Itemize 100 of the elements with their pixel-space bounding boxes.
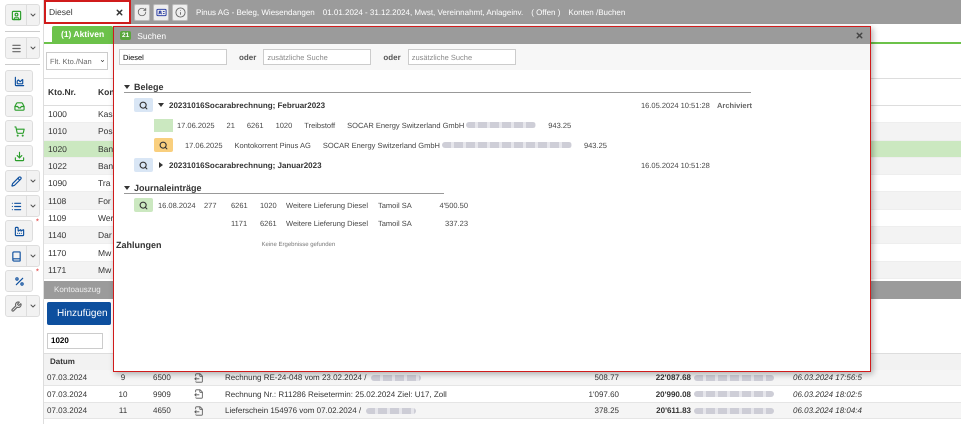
table-cell-text: 1108	[47, 196, 66, 206]
factory-icon	[14, 226, 24, 236]
refresh-button[interactable]	[134, 4, 150, 20]
table-cell: 06.03.2024 17:56:5	[793, 373, 862, 382]
table-cell-text: Pos	[97, 126, 113, 136]
toolbar-button[interactable]	[5, 245, 40, 267]
table-cell-text: 1109	[47, 212, 66, 223]
table-cell: 6500	[153, 373, 171, 382]
dialog-title: Suchen	[137, 30, 168, 40]
booking-marker	[154, 118, 173, 132]
toolbar-button[interactable]	[5, 195, 40, 217]
table-cell: 378.25	[594, 406, 619, 416]
info-icon	[174, 6, 186, 18]
collapse-triangle-icon[interactable]	[158, 102, 164, 108]
search-icon	[159, 140, 168, 150]
table-cell-text: Ban	[97, 144, 114, 154]
collapse-triangle-icon[interactable]	[124, 84, 130, 90]
table-cell-text: Mw	[97, 264, 112, 275]
toolbar-button[interactable]	[5, 37, 40, 59]
table-cell-text: 1010	[47, 126, 67, 136]
list-icon	[10, 200, 22, 212]
table-cell-text: 1171	[47, 264, 66, 275]
search-box[interactable]: Diesel	[44, 0, 131, 24]
contact-card-icon	[10, 10, 22, 20]
expand-triangle-icon[interactable]	[158, 162, 164, 168]
table-cell-text: Ban	[97, 161, 114, 172]
table-cell: 11	[118, 406, 128, 416]
table-cell: 07.03.2024	[47, 373, 88, 382]
table-cell-text: Tra	[97, 178, 110, 188]
collapse-triangle-icon[interactable]	[124, 185, 130, 191]
inbox-icon	[14, 100, 24, 112]
cart-icon	[14, 126, 24, 136]
table-cell-text: For	[97, 196, 111, 206]
menu-icon	[10, 42, 22, 54]
add-button[interactable]: Hinzufügen	[47, 302, 111, 325]
table-cell-text: Wer	[97, 212, 114, 223]
required-mark: *	[36, 268, 39, 276]
status-text: ( Offen )	[531, 8, 560, 16]
section-title: Journaleinträge	[134, 183, 202, 193]
table-cell-text: 1022	[47, 161, 67, 172]
or-label: oder	[239, 52, 256, 62]
search-icon	[139, 100, 148, 110]
search-button[interactable]	[154, 138, 173, 152]
or-label: oder	[383, 52, 401, 62]
table-cell: 508.77	[594, 373, 619, 382]
caret-icon	[29, 177, 37, 185]
table-cell: 10	[118, 390, 128, 399]
document-title[interactable]: 20231016Socarabrechnung; Februar2023	[169, 100, 326, 110]
table-cell-text: Dar	[97, 230, 112, 240]
pencil-icon	[10, 176, 22, 186]
contact-button[interactable]	[153, 4, 169, 20]
table-cell-text: 1000	[47, 109, 67, 120]
caret-icon	[29, 202, 37, 210]
table-cell-text: 1020	[47, 144, 67, 154]
document-title[interactable]: 20231016Socarabrechnung; Januar2023	[169, 160, 322, 170]
table-cell: 07.03.2024	[47, 406, 88, 416]
toolbar-button[interactable]	[5, 170, 40, 192]
panel-title: Kontoauszug	[54, 285, 101, 294]
table-cell: 20'611.83	[656, 406, 691, 416]
table-cell: 06.03.2024 18:02:5	[793, 390, 862, 399]
table-cell: Lieferschein 154976 vom 07.02.2024 /	[225, 406, 362, 416]
search-button[interactable]	[134, 158, 153, 172]
required-mark: *	[36, 218, 39, 226]
table-cell-text: Kas	[97, 109, 113, 120]
caret-icon	[100, 57, 105, 65]
account-field[interactable]: 1020	[47, 332, 103, 349]
search-button[interactable]	[134, 98, 153, 112]
table-cell-text: 1170	[47, 248, 66, 258]
company-title: Pinus AG - Beleg, Wiesendangen	[196, 8, 315, 16]
clear-button[interactable]	[115, 8, 124, 16]
section-title: Zahlungen	[116, 240, 162, 250]
table-cell-text: 1090	[47, 178, 67, 188]
document-icon	[194, 389, 204, 400]
percent-icon	[14, 276, 24, 286]
table-cell: 06.03.2024 18:04:4	[793, 406, 862, 416]
table-cell: 1'097.60	[588, 390, 619, 399]
toolbar-button[interactable]	[5, 4, 40, 26]
id-card-icon	[156, 6, 166, 18]
table-cell: Rechnung RE-24-048 vom 23.02.2024 /	[225, 373, 366, 382]
table-cell: 22'087.68	[656, 373, 691, 382]
document-icon	[194, 406, 204, 416]
section-title: Belege	[134, 82, 164, 92]
info-button[interactable]	[172, 4, 188, 20]
refresh-icon	[137, 7, 147, 17]
toolbar-button[interactable]	[5, 295, 40, 317]
table-cell: 9909	[153, 390, 171, 399]
table-cell-text: Mw	[97, 248, 112, 258]
area-chart-icon	[14, 76, 24, 86]
caret-icon	[29, 11, 37, 19]
table-cell: 9	[120, 373, 126, 382]
close-button[interactable]	[855, 31, 864, 40]
download-icon	[14, 150, 24, 162]
search-icon	[139, 200, 148, 210]
caret-icon	[29, 252, 37, 260]
close-icon	[855, 31, 864, 40]
table-cell: Rechnung Nr.: R11286 Reisetermin: 25.02.2024 Ziel: U17, Zoll	[225, 390, 447, 399]
table-cell: 20'990.08	[656, 390, 691, 399]
document-icon	[194, 372, 204, 383]
search-button[interactable]	[134, 198, 153, 212]
search-icon	[139, 160, 148, 170]
